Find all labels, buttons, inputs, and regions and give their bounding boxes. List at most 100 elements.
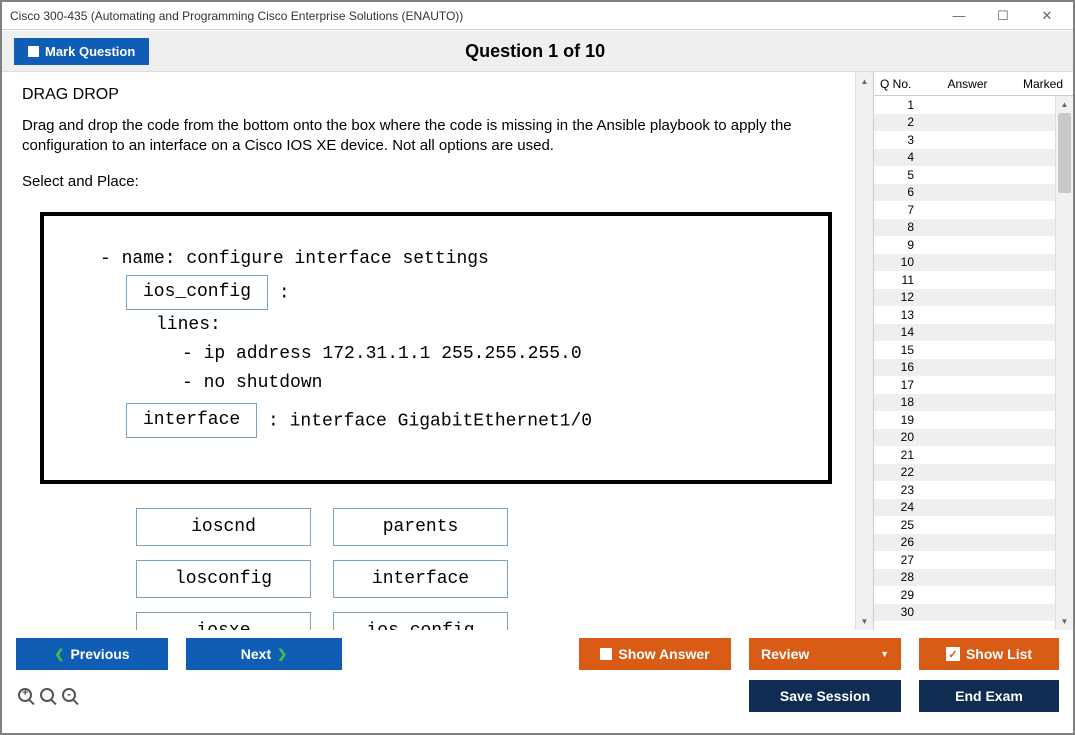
code-line-shutdown: - no shutdown <box>100 370 798 397</box>
question-instruction: Drag and drop the code from the bottom o… <box>22 116 835 157</box>
save-session-button[interactable]: Save Session <box>749 680 901 712</box>
close-button[interactable]: ✕ <box>1029 6 1065 26</box>
option-losconfig[interactable]: losconfig <box>136 560 311 598</box>
previous-button[interactable]: ❮ Previous <box>16 638 168 670</box>
question-row[interactable]: 10 <box>874 254 1055 272</box>
question-number: 7 <box>874 203 922 217</box>
review-button[interactable]: Review ▼ <box>749 638 901 670</box>
window-controls: — ☐ ✕ <box>941 6 1065 26</box>
chevron-left-icon: ❮ <box>54 647 64 661</box>
question-number: 6 <box>874 185 922 199</box>
question-row[interactable]: 16 <box>874 359 1055 377</box>
drag-options: ioscnd parents losconfig interface iosxe… <box>136 508 835 631</box>
question-row[interactable]: 11 <box>874 271 1055 289</box>
question-row[interactable]: 5 <box>874 166 1055 184</box>
question-number: 14 <box>874 325 922 339</box>
scrollbar-thumb[interactable] <box>1058 113 1071 193</box>
content-scrollbar[interactable]: ▲ ▼ <box>855 72 873 630</box>
question-row[interactable]: 18 <box>874 394 1055 412</box>
question-number: 28 <box>874 570 922 584</box>
question-row[interactable]: 4 <box>874 149 1055 167</box>
question-row[interactable]: 17 <box>874 376 1055 394</box>
question-row[interactable]: 6 <box>874 184 1055 202</box>
question-row[interactable]: 23 <box>874 481 1055 499</box>
minimize-button[interactable]: — <box>941 6 977 26</box>
col-answer: Answer <box>922 77 1013 91</box>
question-row[interactable]: 13 <box>874 306 1055 324</box>
question-row[interactable]: 24 <box>874 499 1055 517</box>
question-row[interactable]: 30 <box>874 604 1055 622</box>
show-answer-button[interactable]: Show Answer <box>579 638 731 670</box>
question-number: 15 <box>874 343 922 357</box>
col-qno: Q No. <box>874 77 922 91</box>
code-line-name: - name: configure interface settings <box>100 246 798 273</box>
square-icon <box>600 648 612 660</box>
question-row[interactable]: 25 <box>874 516 1055 534</box>
question-row[interactable]: 21 <box>874 446 1055 464</box>
previous-label: Previous <box>70 646 129 662</box>
save-session-label: Save Session <box>780 688 870 704</box>
question-number: 4 <box>874 150 922 164</box>
side-scroll-up-icon[interactable]: ▲ <box>1056 96 1073 113</box>
question-number: 9 <box>874 238 922 252</box>
side-scrollbar[interactable]: ▲ ▼ <box>1055 96 1073 630</box>
scroll-up-icon[interactable]: ▲ <box>856 72 873 90</box>
next-button[interactable]: Next ❯ <box>186 638 342 670</box>
question-counter: Question 1 of 10 <box>9 41 1061 62</box>
question-row[interactable]: 12 <box>874 289 1055 307</box>
option-ioscnd[interactable]: ioscnd <box>136 508 311 546</box>
question-row[interactable]: 26 <box>874 534 1055 552</box>
chevron-down-icon: ▼ <box>880 649 889 659</box>
zoom-in-icon[interactable] <box>18 686 32 707</box>
review-label: Review <box>761 646 809 662</box>
question-list-panel: Q No. Answer Marked 12345678910111213141… <box>873 72 1073 630</box>
question-number: 3 <box>874 133 922 147</box>
question-row[interactable]: 3 <box>874 131 1055 149</box>
question-number: 22 <box>874 465 922 479</box>
content-wrap: DRAG DROP Drag and drop the code from th… <box>2 72 855 630</box>
question-row[interactable]: 1 <box>874 96 1055 114</box>
next-label: Next <box>241 646 271 662</box>
drop-zone-2[interactable]: interface <box>126 403 257 438</box>
bottom-toolbar: ❮ Previous Next ❯ Show Answer Review ▼ ✓… <box>2 630 1073 712</box>
colon-1: : <box>279 283 290 303</box>
question-row[interactable]: 19 <box>874 411 1055 429</box>
question-row[interactable]: 20 <box>874 429 1055 447</box>
option-parents[interactable]: parents <box>333 508 508 546</box>
zoom-controls <box>16 686 76 707</box>
question-list-header: Q No. Answer Marked <box>874 72 1073 96</box>
end-exam-button[interactable]: End Exam <box>919 680 1059 712</box>
question-number: 17 <box>874 378 922 392</box>
question-number: 30 <box>874 605 922 619</box>
option-iosxe[interactable]: iosxe <box>136 612 311 631</box>
zoom-reset-icon[interactable] <box>40 686 54 707</box>
main-area: DRAG DROP Drag and drop the code from th… <box>2 72 1073 630</box>
question-row[interactable]: 9 <box>874 236 1055 254</box>
question-row[interactable]: 22 <box>874 464 1055 482</box>
drop-zone-1[interactable]: ios_config <box>126 275 268 310</box>
scroll-down-icon[interactable]: ▼ <box>856 612 873 630</box>
question-row[interactable]: 2 <box>874 114 1055 132</box>
chevron-right-icon: ❯ <box>277 647 287 661</box>
option-ios-config[interactable]: ios config <box>333 612 508 631</box>
question-row[interactable]: 29 <box>874 586 1055 604</box>
maximize-button[interactable]: ☐ <box>985 6 1021 26</box>
question-number: 16 <box>874 360 922 374</box>
question-row[interactable]: 27 <box>874 551 1055 569</box>
question-row[interactable]: 28 <box>874 569 1055 587</box>
col-marked: Marked <box>1013 77 1073 91</box>
side-scroll-down-icon[interactable]: ▼ <box>1056 613 1073 630</box>
question-row[interactable]: 15 <box>874 341 1055 359</box>
button-row-1: ❮ Previous Next ❯ Show Answer Review ▼ ✓… <box>16 638 1059 670</box>
end-exam-label: End Exam <box>955 688 1023 704</box>
question-row[interactable]: 7 <box>874 201 1055 219</box>
option-interface[interactable]: interface <box>333 560 508 598</box>
check-icon: ✓ <box>946 647 960 661</box>
question-row[interactable]: 8 <box>874 219 1055 237</box>
question-row[interactable]: 14 <box>874 324 1055 342</box>
code-line-ip: - ip address 172.31.1.1 255.255.255.0 <box>100 341 798 368</box>
code-line-interface: interface : interface GigabitEthernet1/0 <box>100 403 798 438</box>
zoom-out-icon[interactable] <box>62 686 76 707</box>
question-rows: 1234567891011121314151617181920212223242… <box>874 96 1055 630</box>
show-list-button[interactable]: ✓ Show List <box>919 638 1059 670</box>
